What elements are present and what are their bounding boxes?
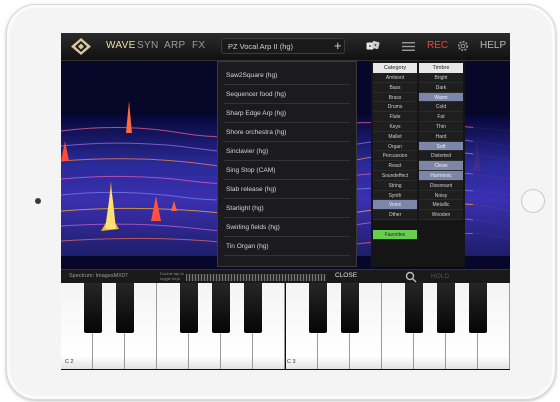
timbre-tag[interactable]: Wooden [419,210,463,220]
tag-filter-panel: Category Ambient Bass Brass Drums Flute … [371,61,465,267]
tab-syn[interactable]: SYN [137,40,158,51]
front-camera [35,198,41,204]
tab-fx[interactable]: FX [192,40,205,51]
timbre-tag[interactable]: Dissonant [419,180,463,191]
list-item[interactable]: Slab release (hg) [224,180,350,199]
record-button[interactable]: REC [427,40,448,51]
timbre-tag[interactable]: Clean [419,161,463,171]
category-tag[interactable]: Keys [373,121,417,132]
preset-selector[interactable]: PZ Vocal Arp II (hg) [221,38,345,54]
top-toolbar: WAVE SYN ARP FX PZ Vocal Arp II (hg) + R… [61,33,510,61]
category-header: Category [373,63,417,73]
close-button[interactable]: CLOSE [335,272,357,279]
timbre-tag[interactable]: Hard [419,131,463,142]
black-key[interactable] [308,283,327,333]
category-tag[interactable]: Mallet [373,131,417,142]
timbre-tag[interactable]: Metallic [419,200,463,211]
list-item[interactable]: Tin Organ (hg) [224,237,350,256]
search-icon[interactable] [405,271,417,283]
diamond-logo-icon[interactable] [71,38,91,55]
ipad-frame: WAVE SYN ARP FX PZ Vocal Arp II (hg) + R… [6,4,556,400]
tab-wave[interactable]: WAVE [106,40,136,51]
keyboard-range-strip[interactable] [186,274,326,281]
category-column: Category Ambient Bass Brass Drums Flute … [373,63,417,240]
list-item[interactable]: Sing Stop (CAM) [224,161,350,180]
category-tag[interactable]: Voice [373,200,417,211]
timbre-tag[interactable]: Warm [419,92,463,103]
spectrum-label: Spectrum: ImagesMX07 [69,273,128,279]
piano-keyboard: C 2 C 3 [61,283,510,370]
black-key[interactable] [180,283,199,333]
timbre-tag[interactable]: Bright [419,73,463,83]
preset-list-panel: Saw2Square (hg) Sequencer food (hg) Shar… [217,61,357,267]
black-key[interactable] [340,283,359,333]
help-button[interactable]: HELP [480,40,506,51]
category-tag[interactable]: String [373,180,417,191]
octave-label: C 2 [65,359,74,365]
category-tag[interactable]: Ambient [373,73,417,83]
list-item[interactable]: Saw2Square (hg) [224,66,350,85]
timbre-header: Timbre [419,63,463,73]
favorites-toggle[interactable]: Favorites [373,229,417,240]
category-tag[interactable]: Soundeffect [373,170,417,181]
timbre-tag[interactable]: Fat [419,112,463,122]
dice-icon[interactable] [366,41,380,52]
category-tag[interactable]: Organ [373,141,417,152]
list-item[interactable]: Sequencer food (hg) [224,85,350,104]
list-item[interactable]: Shore orchestra (hg) [224,123,350,142]
tab-arp[interactable]: ARP [164,40,185,51]
black-key[interactable] [116,283,135,333]
add-preset-button[interactable]: + [334,38,342,54]
timbre-tag[interactable]: Soft [419,141,463,152]
category-tag[interactable]: Bass [373,82,417,93]
bottom-bar: Spectrum: ImagesMX07 Double tap to toggl… [61,269,510,284]
timbre-tag[interactable]: Distorted [419,151,463,162]
black-key[interactable] [404,283,423,333]
app-screen: WAVE SYN ARP FX PZ Vocal Arp II (hg) + R… [61,33,510,370]
menu-icon[interactable] [402,42,415,51]
home-button[interactable] [521,189,545,213]
list-item[interactable]: Sinclavier (hg) [224,142,350,161]
black-key[interactable] [436,283,455,333]
category-tag[interactable]: Synth [373,190,417,201]
black-key[interactable] [244,283,263,333]
category-tag[interactable]: Flute [373,112,417,122]
list-item[interactable]: Sharp Edge Arp (hg) [224,104,350,123]
list-item[interactable]: Swirling fields (hg) [224,218,350,237]
spacer [373,219,417,230]
black-key[interactable] [84,283,103,333]
black-key[interactable] [468,283,487,333]
octave-label: C 3 [287,359,296,365]
category-tag[interactable]: React [373,161,417,171]
timbre-tag[interactable]: Noisy [419,190,463,201]
category-tag[interactable]: Percussion [373,151,417,162]
gear-icon[interactable] [456,39,470,53]
category-tag[interactable]: Brass [373,92,417,103]
timbre-column: Timbre Bright Dark Warm Cold Fat Thin Ha… [419,63,463,220]
timbre-tag[interactable]: Cold [419,102,463,113]
category-tag[interactable]: Other [373,210,417,220]
category-tag[interactable]: Drums [373,102,417,113]
black-key[interactable] [212,283,231,333]
hold-button[interactable]: HOLD [431,273,449,280]
list-item[interactable]: Starlight (hg) [224,199,350,218]
double-tap-hint: Double tap to toggle keys [160,271,184,281]
timbre-tag[interactable]: Harmonic [419,170,463,181]
timbre-tag[interactable]: Thin [419,121,463,132]
timbre-tag[interactable]: Dark [419,82,463,93]
